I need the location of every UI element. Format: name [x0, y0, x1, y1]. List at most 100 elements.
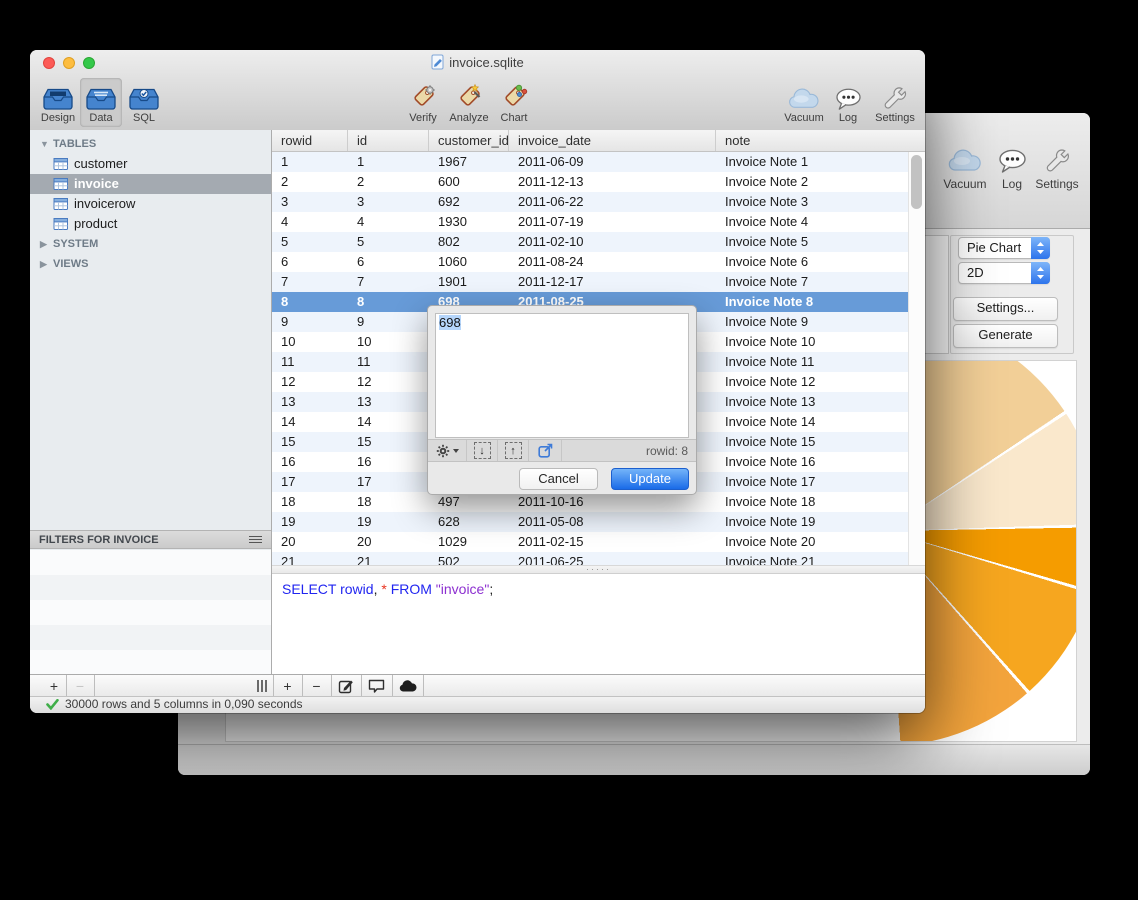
chart-type-select[interactable]: Pie Chart: [958, 237, 1050, 259]
cell-id[interactable]: 20: [348, 532, 429, 552]
cell-customer-id[interactable]: 1029: [429, 532, 509, 552]
cell-customer-id[interactable]: 802: [429, 232, 509, 252]
cell-id[interactable]: 10: [348, 332, 429, 352]
cell-value-input[interactable]: 698: [435, 313, 689, 438]
cell-rowid[interactable]: 13: [272, 392, 348, 412]
cell-note[interactable]: Invoice Note 12: [716, 372, 908, 392]
add-row-button[interactable]: +: [274, 675, 301, 697]
cell-invoice-date[interactable]: 2011-06-09: [509, 152, 716, 172]
cell-invoice-date[interactable]: 2011-08-24: [509, 252, 716, 272]
cell-customer-id[interactable]: 692: [429, 192, 509, 212]
cell-rowid[interactable]: 18: [272, 492, 348, 512]
delete-row-button[interactable]: −: [303, 675, 330, 697]
cell-customer-id[interactable]: 600: [429, 172, 509, 192]
cell-rowid[interactable]: 16: [272, 452, 348, 472]
cell-note[interactable]: Invoice Note 4: [716, 212, 908, 232]
cell-id[interactable]: 1: [348, 152, 429, 172]
analyze-button[interactable]: Analyze: [445, 78, 493, 127]
cell-customer-id[interactable]: 502: [429, 552, 509, 565]
data-button[interactable]: Data: [80, 78, 122, 127]
table-row[interactable]: 2 2 600 2011-12-13 Invoice Note 2: [272, 172, 908, 192]
export-value-button[interactable]: ↑: [498, 440, 529, 461]
cell-note[interactable]: Invoice Note 14: [716, 412, 908, 432]
cell-customer-id[interactable]: 1901: [429, 272, 509, 292]
cell-rowid[interactable]: 19: [272, 512, 348, 532]
cell-note[interactable]: Invoice Note 19: [716, 512, 908, 532]
cell-invoice-date[interactable]: 2011-10-16: [509, 492, 716, 512]
cell-rowid[interactable]: 14: [272, 412, 348, 432]
settings-button[interactable]: Settings: [868, 78, 922, 127]
cell-rowid[interactable]: 8: [272, 292, 348, 312]
cell-invoice-date[interactable]: 2011-12-17: [509, 272, 716, 292]
cancel-button[interactable]: Cancel: [519, 468, 598, 490]
cloud-sync-button[interactable]: [393, 675, 422, 697]
cell-rowid[interactable]: 6: [272, 252, 348, 272]
bg-settings-button[interactable]: Settings: [1029, 140, 1085, 191]
cell-rowid[interactable]: 7: [272, 272, 348, 292]
cell-invoice-date[interactable]: 2011-05-08: [509, 512, 716, 532]
cell-note[interactable]: Invoice Note 7: [716, 272, 908, 292]
column-header-id[interactable]: id: [348, 130, 429, 151]
cell-id[interactable]: 21: [348, 552, 429, 565]
cell-customer-id[interactable]: 1060: [429, 252, 509, 272]
scrollbar-thumb[interactable]: [911, 155, 922, 209]
table-row[interactable]: 1 1 1967 2011-06-09 Invoice Note 1: [272, 152, 908, 172]
chart-settings-button[interactable]: Settings...: [953, 297, 1058, 321]
chart-dimension-select[interactable]: 2D: [958, 262, 1050, 284]
column-header-note[interactable]: note: [716, 130, 925, 151]
sidebar-section-tables[interactable]: ▼ TABLES: [30, 134, 271, 154]
cell-rowid[interactable]: 12: [272, 372, 348, 392]
disclosure-closed-icon[interactable]: ▶: [40, 254, 47, 274]
sidebar-item-customer[interactable]: customer: [30, 154, 271, 174]
cell-id[interactable]: 3: [348, 192, 429, 212]
cell-id[interactable]: 6: [348, 252, 429, 272]
open-external-button[interactable]: [529, 440, 562, 461]
cell-id[interactable]: 19: [348, 512, 429, 532]
cell-id[interactable]: 18: [348, 492, 429, 512]
cell-note[interactable]: Invoice Note 1: [716, 152, 908, 172]
sidebar-item-invoice[interactable]: invoice: [30, 174, 271, 194]
cell-id[interactable]: 12: [348, 372, 429, 392]
cell-invoice-date[interactable]: 2011-02-15: [509, 532, 716, 552]
cell-id[interactable]: 13: [348, 392, 429, 412]
cell-id[interactable]: 11: [348, 352, 429, 372]
log-button[interactable]: Log: [827, 78, 869, 127]
comment-button[interactable]: [362, 675, 391, 697]
cell-note[interactable]: Invoice Note 3: [716, 192, 908, 212]
cell-invoice-date[interactable]: 2011-06-22: [509, 192, 716, 212]
verify-button[interactable]: Verify: [402, 78, 444, 127]
cell-rowid[interactable]: 1: [272, 152, 348, 172]
cell-id[interactable]: 16: [348, 452, 429, 472]
add-filter-button[interactable]: +: [42, 675, 66, 697]
vertical-scrollbar[interactable]: [908, 152, 925, 565]
remove-filter-button[interactable]: −: [67, 675, 93, 697]
edit-row-button[interactable]: [332, 675, 360, 697]
update-button[interactable]: Update: [611, 468, 689, 490]
cell-rowid[interactable]: 21: [272, 552, 348, 565]
cell-rowid[interactable]: 15: [272, 432, 348, 452]
cell-id[interactable]: 4: [348, 212, 429, 232]
sql-editor[interactable]: SELECT rowid, * FROM "invoice";: [272, 574, 925, 674]
column-header-rowid[interactable]: rowid: [272, 130, 348, 151]
column-header-customer-id[interactable]: customer_id: [429, 130, 509, 151]
cell-id[interactable]: 15: [348, 432, 429, 452]
cell-note[interactable]: Invoice Note 8: [716, 292, 908, 312]
table-row[interactable]: 5 5 802 2011-02-10 Invoice Note 5: [272, 232, 908, 252]
cell-rowid[interactable]: 17: [272, 472, 348, 492]
cell-note[interactable]: Invoice Note 9: [716, 312, 908, 332]
sidebar-item-invoicerow[interactable]: invoicerow: [30, 194, 271, 214]
cell-id[interactable]: 17: [348, 472, 429, 492]
cell-id[interactable]: 7: [348, 272, 429, 292]
pane-resize-grip[interactable]: [252, 675, 272, 697]
cell-invoice-date[interactable]: 2011-02-10: [509, 232, 716, 252]
cell-id[interactable]: 9: [348, 312, 429, 332]
table-row[interactable]: 7 7 1901 2011-12-17 Invoice Note 7: [272, 272, 908, 292]
table-row[interactable]: 18 18 497 2011-10-16 Invoice Note 18: [272, 492, 908, 512]
sidebar-item-product[interactable]: product: [30, 214, 271, 234]
cell-note[interactable]: Invoice Note 17: [716, 472, 908, 492]
cell-id[interactable]: 5: [348, 232, 429, 252]
cell-note[interactable]: Invoice Note 16: [716, 452, 908, 472]
cell-note[interactable]: Invoice Note 21: [716, 552, 908, 565]
cell-rowid[interactable]: 11: [272, 352, 348, 372]
cell-note[interactable]: Invoice Note 11: [716, 352, 908, 372]
